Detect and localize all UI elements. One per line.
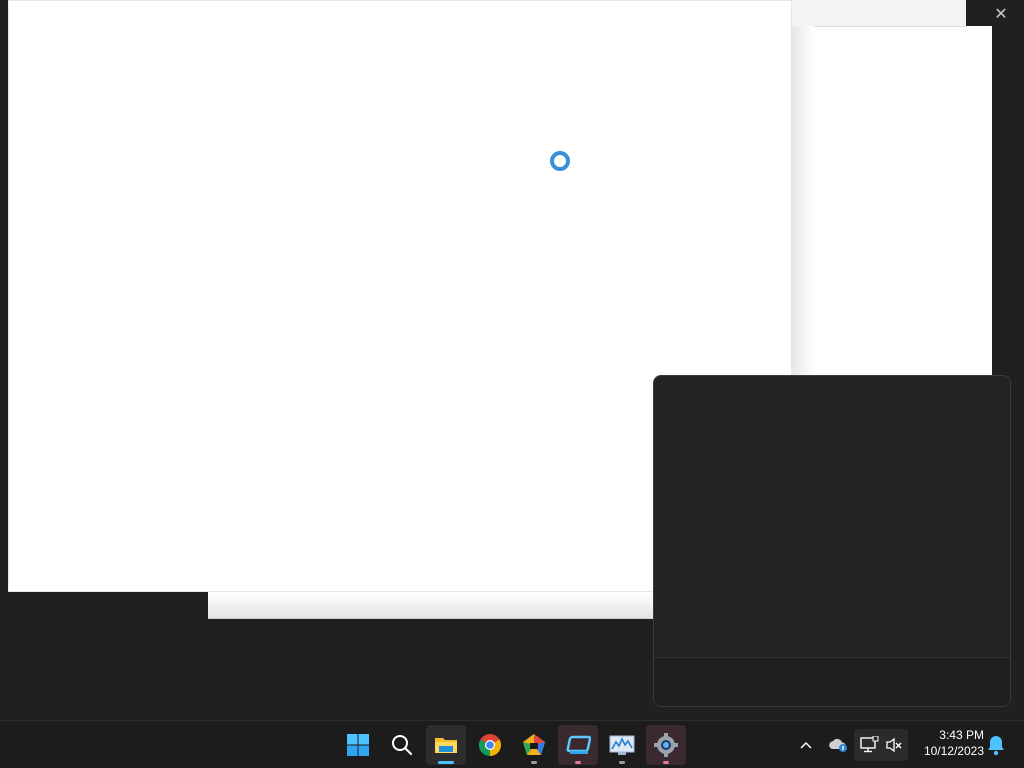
taskbar: 3:43 PM 10/12/2023 [0,720,1024,768]
file-explorer-button[interactable] [426,725,466,765]
quick-settings-button[interactable] [854,729,908,761]
settings-button[interactable] [646,725,686,765]
volume-muted-icon [886,737,902,753]
gear-icon [654,733,678,757]
onedrive-icon [829,738,847,752]
running-indicator [663,761,669,764]
monitor-chart-icon [609,735,635,755]
chrome-icon [479,734,501,756]
windows-logo-icon [347,734,369,756]
running-indicator [531,761,537,764]
show-hidden-icons-button[interactable] [794,729,818,761]
clock-time: 3:43 PM [939,728,984,742]
running-indicator [575,761,581,764]
clock-button[interactable]: 3:43 PM 10/12/2023 [914,727,984,763]
folder-icon [435,738,457,753]
clock-date: 10/12/2023 [923,744,984,758]
onedrive-button[interactable] [824,729,852,761]
search-button[interactable] [382,725,422,765]
chevron-up-icon [800,741,812,749]
flyout-footer [654,657,1010,706]
pentagon-app-icon [523,734,545,755]
blue-app-icon [566,735,591,754]
chrome-button[interactable] [470,725,510,765]
active-indicator [438,761,454,764]
close-icon[interactable]: ✕ [990,4,1012,26]
background-window-titlebar[interactable] [792,0,966,27]
network-icon [860,736,879,753]
start-button[interactable] [338,725,378,765]
search-icon [392,735,413,756]
pentagon-app-button[interactable] [514,725,554,765]
notification-flyout[interactable] [653,375,1011,707]
background-window[interactable] [792,0,992,380]
running-indicator [619,761,625,764]
underlying-window-edge[interactable] [208,592,654,619]
bell-icon[interactable] [985,733,1007,757]
monitor-app-button[interactable] [602,725,642,765]
blue-app-button[interactable] [558,725,598,765]
window-shadow [792,26,814,376]
loading-spinner-icon [550,151,570,171]
